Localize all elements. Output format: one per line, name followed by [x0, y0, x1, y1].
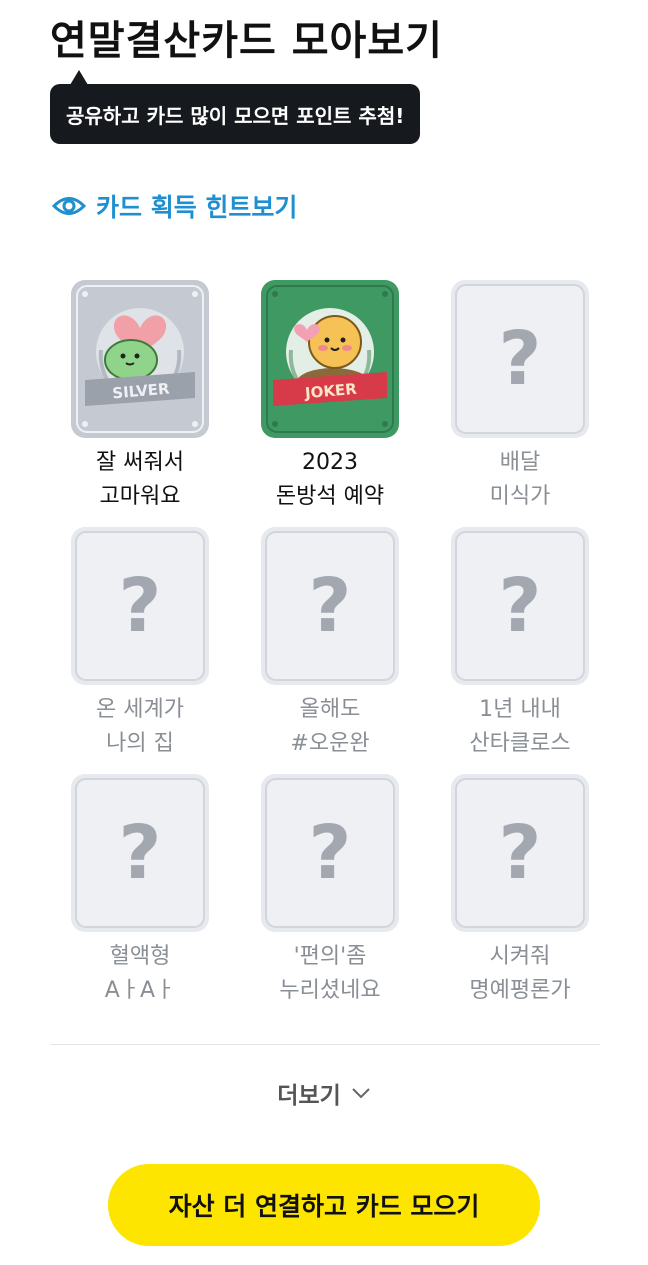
card-item[interactable]: ? 올해도 #오운완 [235, 527, 425, 774]
more-button[interactable]: 더보기 [0, 1076, 648, 1110]
card-label: '편의'좀 누리셨네요 [279, 944, 381, 1003]
locked-card: ? [451, 774, 589, 932]
card-image-joker: JOKER [261, 280, 399, 438]
question-mark-icon: ? [498, 810, 542, 896]
hint-link[interactable]: 카드 획득 힌트보기 [52, 188, 297, 224]
card-label: 배달 미식가 [489, 450, 551, 509]
question-mark-icon: ? [308, 563, 352, 649]
card-item[interactable]: JOKER 2023 돈방석 예약 [235, 280, 425, 527]
card-image-silver: SILVER [71, 280, 209, 438]
card-item[interactable]: ? 시켜줘 명예평론가 [425, 774, 615, 1021]
page-title: 연말결산카드 모아보기 [50, 18, 443, 64]
locked-card: ? [71, 527, 209, 685]
hint-link-label: 카드 획득 힌트보기 [96, 193, 298, 222]
locked-card: ? [451, 280, 589, 438]
card-item[interactable]: ? 배달 미식가 [425, 280, 615, 527]
locked-card: ? [71, 774, 209, 932]
locked-card: ? [261, 527, 399, 685]
locked-card: ? [451, 527, 589, 685]
collect-cards-button[interactable]: 자산 더 연결하고 카드 모으기 [108, 1164, 540, 1246]
card-label: 잘 써줘서 고마워요 [96, 450, 184, 509]
card-item[interactable]: ? 온 세계가 나의 집 [45, 527, 235, 774]
question-mark-icon: ? [498, 563, 542, 649]
card-grid: SILVER 잘 써줘서 고마워요 JOKER 2023 돈방석 예약 ? 배달… [45, 280, 615, 1021]
card-label: 올해도 #오운완 [290, 697, 370, 756]
more-button-label: 더보기 [277, 1083, 341, 1109]
question-mark-icon: ? [118, 563, 162, 649]
card-label: 온 세계가 나의 집 [96, 697, 184, 756]
locked-card: ? [261, 774, 399, 932]
card-item[interactable]: SILVER 잘 써줘서 고마워요 [45, 280, 235, 527]
card-label: 2023 돈방석 예약 [275, 450, 385, 509]
card-label: 혈액형 AㅏAㅏ [104, 944, 176, 1003]
tooltip-arrow [70, 70, 88, 85]
card-item[interactable]: ? 1년 내내 산타클로스 [425, 527, 615, 774]
card-item[interactable]: ? '편의'좀 누리셨네요 [235, 774, 425, 1021]
card-label: 1년 내내 산타클로스 [469, 697, 571, 756]
question-mark-icon: ? [498, 316, 542, 402]
tooltip: 공유하고 카드 많이 모으면 포인트 추첨! [50, 84, 421, 144]
divider [50, 1044, 600, 1045]
card-label: 시켜줘 명예평론가 [469, 944, 571, 1003]
question-mark-icon: ? [118, 810, 162, 896]
eye-icon [52, 197, 86, 215]
card-item[interactable]: ? 혈액형 AㅏAㅏ [45, 774, 235, 1021]
question-mark-icon: ? [308, 810, 352, 896]
chevron-down-icon [352, 1088, 370, 1099]
